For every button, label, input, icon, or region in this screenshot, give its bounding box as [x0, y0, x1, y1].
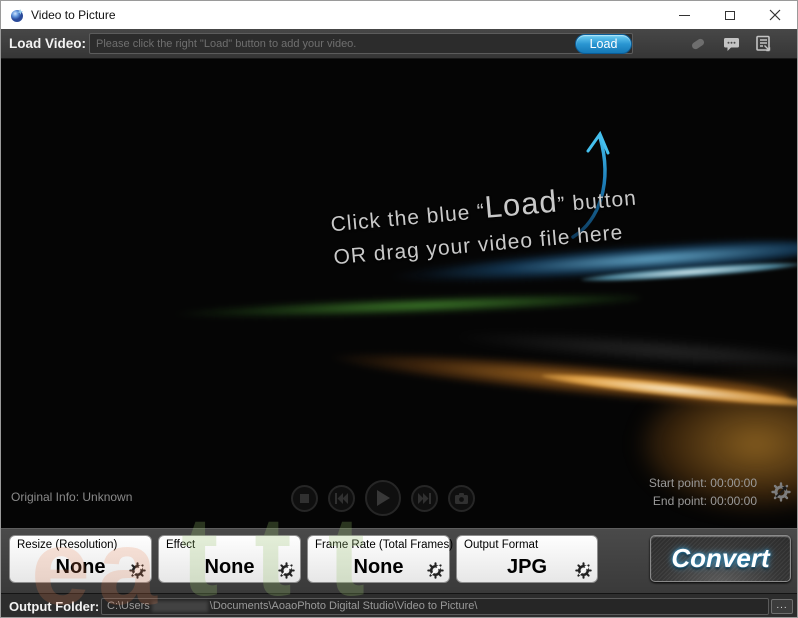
load-toolbar: Load Video: Load: [1, 29, 797, 59]
light-streak-white: [300, 308, 797, 380]
original-info-text: Original Info: Unknown: [11, 490, 133, 504]
options-bar: Resize (Resolution) None Effect None Fra…: [1, 528, 797, 593]
end-point-text: End point: 00:00:00: [652, 494, 757, 508]
log-report-icon[interactable]: [755, 35, 772, 52]
video-preview-dropzone[interactable]: Click the blue “Load” button OR drag you…: [1, 59, 797, 528]
light-streak-blue-core: [580, 259, 797, 285]
output-folder-bar: Output Folder: C:\Users \Documents\AoaoPh…: [1, 593, 797, 617]
output-folder-label: Output Folder:: [9, 599, 100, 614]
feedback-chat-icon[interactable]: [723, 35, 740, 52]
trim-points: Start point: 00:00:00 End point: 00:00:0…: [649, 474, 757, 510]
skip-end-button[interactable]: [411, 484, 438, 512]
resize-gear-icon[interactable]: [129, 562, 146, 579]
skip-start-button[interactable]: [328, 484, 355, 512]
app-icon: [11, 9, 24, 22]
path-prefix: C:\Users: [107, 600, 150, 612]
start-point-text: Start point: 00:00:00: [648, 476, 757, 490]
resize-option-box[interactable]: Resize (Resolution) None: [9, 535, 152, 583]
convert-button-label: Convert: [671, 543, 770, 573]
framerate-label: Frame Rate (Total Frames): [315, 539, 454, 551]
play-button[interactable]: [365, 480, 401, 516]
skip-start-icon: [335, 492, 348, 504]
load-video-input[interactable]: [89, 33, 633, 54]
camera-icon: [455, 492, 468, 504]
stop-icon: [300, 493, 309, 503]
close-button[interactable]: [752, 1, 797, 29]
light-streak-orange-core: [541, 369, 797, 412]
play-icon: [377, 490, 390, 506]
playback-controls: [291, 480, 475, 516]
framerate-option-box[interactable]: Frame Rate (Total Frames) None: [307, 535, 454, 583]
skip-end-icon: [418, 492, 431, 504]
hint-load-word: Load: [483, 183, 559, 225]
output-format-option-box[interactable]: Output Format JPG: [456, 535, 598, 583]
path-suffix: \Documents\AoaoPhoto Digital Studio\Vide…: [209, 600, 478, 612]
framerate-gear-icon[interactable]: [427, 562, 444, 579]
output-format-gear-icon[interactable]: [575, 562, 592, 579]
output-format-label: Output Format: [464, 539, 539, 551]
effect-label: Effect: [166, 539, 196, 551]
minimize-icon: [679, 14, 690, 16]
effect-option-box[interactable]: Effect None: [158, 535, 301, 583]
trim-settings-gear-icon[interactable]: [771, 482, 791, 502]
load-video-label: Load Video:: [9, 36, 87, 51]
output-folder-path-field[interactable]: C:\Users \Documents\AoaoPhoto Digital Stu…: [101, 598, 769, 615]
titlebar: Video to Picture: [1, 1, 797, 29]
light-streak-orange: [110, 317, 792, 419]
stop-button[interactable]: [291, 484, 318, 512]
hint-line1-prefix: Click the blue “: [329, 199, 487, 237]
load-button[interactable]: Load: [575, 34, 632, 54]
minimize-button[interactable]: [662, 1, 707, 29]
window-title: Video to Picture: [31, 8, 116, 22]
light-streak-green: [60, 286, 642, 330]
censored-username: [151, 600, 208, 612]
hint-line1-suffix: ” button: [556, 186, 638, 217]
tag-icon[interactable]: [689, 35, 706, 52]
maximize-icon: [724, 10, 735, 20]
app-window: Video to Picture Load Video: Load: [0, 0, 798, 618]
browse-folder-button[interactable]: ...: [771, 599, 793, 614]
maximize-button[interactable]: [707, 1, 752, 29]
convert-button[interactable]: Convert: [650, 535, 791, 582]
resize-label: Resize (Resolution): [17, 539, 118, 551]
snapshot-button[interactable]: [448, 484, 475, 512]
effect-gear-icon[interactable]: [278, 562, 295, 579]
close-icon: [769, 9, 780, 21]
